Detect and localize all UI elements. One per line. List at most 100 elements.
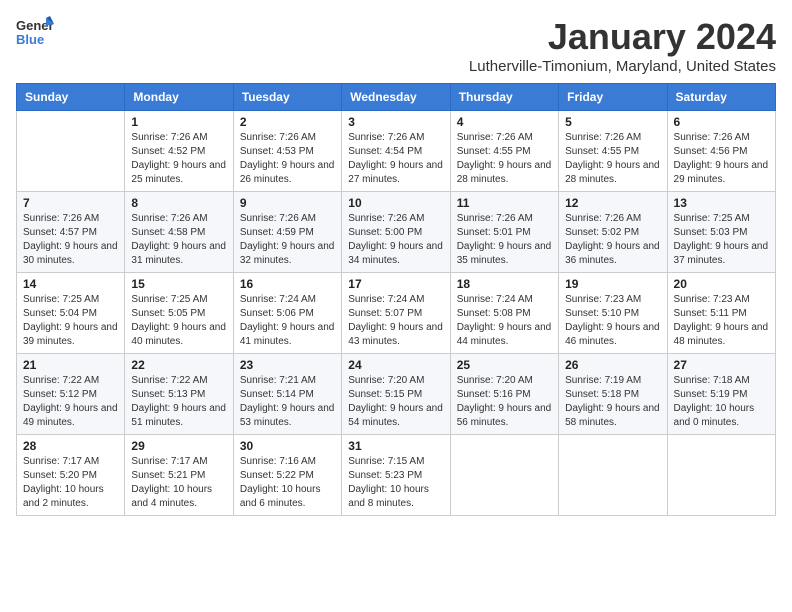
- weekday-header-cell: Thursday: [450, 84, 558, 111]
- day-number: 7: [23, 196, 118, 210]
- day-number: 22: [131, 358, 226, 372]
- day-info: Sunrise: 7:26 AMSunset: 4:53 PMDaylight:…: [240, 131, 335, 187]
- calendar-day-cell: 20 Sunrise: 7:23 AMSunset: 5:11 PMDayligh…: [667, 273, 775, 354]
- day-number: 2: [240, 115, 335, 129]
- day-number: 4: [457, 115, 552, 129]
- calendar-day-cell: 26 Sunrise: 7:19 AMSunset: 5:18 PMDayligh…: [559, 354, 667, 435]
- day-info: Sunrise: 7:15 AMSunset: 5:23 PMDaylight:…: [348, 455, 443, 511]
- day-number: 26: [565, 358, 660, 372]
- calendar-day-cell: 13Sunrise: 7:25 AMSunset: 5:03 PMDayligh…: [667, 192, 775, 273]
- calendar-table: SundayMondayTuesdayWednesdayThursdayFrid…: [16, 83, 776, 516]
- day-info: Sunrise: 7:24 AMSunset: 5:07 PMDaylight:…: [348, 293, 443, 349]
- day-number: 31: [348, 439, 443, 453]
- day-info: Sunrise: 7:22 AMSunset: 5:12 PMDaylight:…: [23, 374, 118, 430]
- day-info: Sunrise: 7:20 AMSunset: 5:15 PMDaylight:…: [348, 374, 443, 430]
- day-number: 3: [348, 115, 443, 129]
- svg-text:Blue: Blue: [16, 32, 44, 47]
- calendar-day-cell: 10 Sunrise: 7:26 AMSunset: 5:00 PMDayligh…: [342, 192, 450, 273]
- day-info: Sunrise: 7:26 AMSunset: 4:55 PMDaylight:…: [565, 131, 660, 187]
- day-info: Sunrise: 7:24 AMSunset: 5:08 PMDaylight:…: [457, 293, 552, 349]
- calendar-day-cell: 29 Sunrise: 7:17 AMSunset: 5:21 PMDayligh…: [125, 435, 233, 516]
- day-number: 13: [674, 196, 769, 210]
- weekday-header-cell: Monday: [125, 84, 233, 111]
- weekday-header-cell: Saturday: [667, 84, 775, 111]
- day-number: 21: [23, 358, 118, 372]
- weekday-header-cell: Wednesday: [342, 84, 450, 111]
- weekday-header-cell: Sunday: [17, 84, 125, 111]
- day-info: Sunrise: 7:19 AMSunset: 5:18 PMDaylight:…: [565, 374, 660, 430]
- day-number: 9: [240, 196, 335, 210]
- day-info: Sunrise: 7:24 AMSunset: 5:06 PMDaylight:…: [240, 293, 335, 349]
- calendar-day-cell: 2 Sunrise: 7:26 AMSunset: 4:53 PMDaylight…: [233, 111, 341, 192]
- logo-icon: General Blue: [16, 16, 54, 53]
- calendar-body: 1 Sunrise: 7:26 AMSunset: 4:52 PMDaylight…: [17, 111, 776, 516]
- day-info: Sunrise: 7:26 AMSunset: 4:56 PMDaylight:…: [674, 131, 769, 187]
- day-number: 15: [131, 277, 226, 291]
- weekday-header-cell: Friday: [559, 84, 667, 111]
- day-number: 10: [348, 196, 443, 210]
- calendar-day-cell: [17, 111, 125, 192]
- day-number: 23: [240, 358, 335, 372]
- calendar-day-cell: 5 Sunrise: 7:26 AMSunset: 4:55 PMDaylight…: [559, 111, 667, 192]
- day-info: Sunrise: 7:21 AMSunset: 5:14 PMDaylight:…: [240, 374, 335, 430]
- day-info: Sunrise: 7:26 AMSunset: 4:52 PMDaylight:…: [131, 131, 226, 187]
- calendar-week-row: 21 Sunrise: 7:22 AMSunset: 5:12 PMDayligh…: [17, 354, 776, 435]
- day-info: Sunrise: 7:26 AMSunset: 4:57 PMDaylight:…: [23, 212, 118, 268]
- weekday-header-row: SundayMondayTuesdayWednesdayThursdayFrid…: [17, 84, 776, 111]
- calendar-day-cell: [450, 435, 558, 516]
- day-number: 17: [348, 277, 443, 291]
- calendar-day-cell: 24 Sunrise: 7:20 AMSunset: 5:15 PMDayligh…: [342, 354, 450, 435]
- day-number: 14: [23, 277, 118, 291]
- calendar-day-cell: 30Sunrise: 7:16 AMSunset: 5:22 PMDayligh…: [233, 435, 341, 516]
- day-number: 19: [565, 277, 660, 291]
- calendar-day-cell: 8Sunrise: 7:26 AMSunset: 4:58 PMDaylight…: [125, 192, 233, 273]
- calendar-week-row: 28Sunrise: 7:17 AMSunset: 5:20 PMDayligh…: [17, 435, 776, 516]
- calendar-day-cell: 17 Sunrise: 7:24 AMSunset: 5:07 PMDayligh…: [342, 273, 450, 354]
- month-title: January 2024: [469, 16, 776, 58]
- day-number: 20: [674, 277, 769, 291]
- day-info: Sunrise: 7:26 AMSunset: 5:02 PMDaylight:…: [565, 212, 660, 268]
- day-info: Sunrise: 7:26 AMSunset: 4:55 PMDaylight:…: [457, 131, 552, 187]
- logo: General Blue: [16, 16, 54, 53]
- calendar-week-row: 7 Sunrise: 7:26 AMSunset: 4:57 PMDaylight…: [17, 192, 776, 273]
- day-info: Sunrise: 7:20 AMSunset: 5:16 PMDaylight:…: [457, 374, 552, 430]
- calendar-day-cell: 23 Sunrise: 7:21 AMSunset: 5:14 PMDayligh…: [233, 354, 341, 435]
- calendar-day-cell: 19Sunrise: 7:23 AMSunset: 5:10 PMDayligh…: [559, 273, 667, 354]
- day-info: Sunrise: 7:18 AMSunset: 5:19 PMDaylight:…: [674, 374, 769, 430]
- day-number: 24: [348, 358, 443, 372]
- calendar-day-cell: 11Sunrise: 7:26 AMSunset: 5:01 PMDayligh…: [450, 192, 558, 273]
- day-number: 1: [131, 115, 226, 129]
- day-number: 29: [131, 439, 226, 453]
- day-number: 27: [674, 358, 769, 372]
- day-number: 11: [457, 196, 552, 210]
- day-number: 12: [565, 196, 660, 210]
- day-number: 6: [674, 115, 769, 129]
- day-info: Sunrise: 7:26 AMSunset: 4:58 PMDaylight:…: [131, 212, 226, 268]
- location-title: Lutherville-Timonium, Maryland, United S…: [469, 58, 776, 75]
- calendar-day-cell: [667, 435, 775, 516]
- day-number: 18: [457, 277, 552, 291]
- day-info: Sunrise: 7:17 AMSunset: 5:21 PMDaylight:…: [131, 455, 226, 511]
- calendar-day-cell: 4 Sunrise: 7:26 AMSunset: 4:55 PMDaylight…: [450, 111, 558, 192]
- title-area: January 2024 Lutherville-Timonium, Maryl…: [469, 16, 776, 75]
- day-info: Sunrise: 7:17 AMSunset: 5:20 PMDaylight:…: [23, 455, 118, 511]
- calendar-day-cell: 31 Sunrise: 7:15 AMSunset: 5:23 PMDayligh…: [342, 435, 450, 516]
- day-info: Sunrise: 7:26 AMSunset: 5:00 PMDaylight:…: [348, 212, 443, 268]
- calendar-week-row: 14 Sunrise: 7:25 AMSunset: 5:04 PMDayligh…: [17, 273, 776, 354]
- day-number: 5: [565, 115, 660, 129]
- calendar-day-cell: 15Sunrise: 7:25 AMSunset: 5:05 PMDayligh…: [125, 273, 233, 354]
- weekday-header-cell: Tuesday: [233, 84, 341, 111]
- calendar-day-cell: 27 Sunrise: 7:18 AMSunset: 5:19 PMDayligh…: [667, 354, 775, 435]
- calendar-week-row: 1 Sunrise: 7:26 AMSunset: 4:52 PMDaylight…: [17, 111, 776, 192]
- day-info: Sunrise: 7:16 AMSunset: 5:22 PMDaylight:…: [240, 455, 335, 511]
- calendar-day-cell: 14 Sunrise: 7:25 AMSunset: 5:04 PMDayligh…: [17, 273, 125, 354]
- day-info: Sunrise: 7:23 AMSunset: 5:11 PMDaylight:…: [674, 293, 769, 349]
- calendar-day-cell: 22Sunrise: 7:22 AMSunset: 5:13 PMDayligh…: [125, 354, 233, 435]
- calendar-day-cell: 25 Sunrise: 7:20 AMSunset: 5:16 PMDayligh…: [450, 354, 558, 435]
- calendar-day-cell: 16Sunrise: 7:24 AMSunset: 5:06 PMDayligh…: [233, 273, 341, 354]
- day-info: Sunrise: 7:25 AMSunset: 5:04 PMDaylight:…: [23, 293, 118, 349]
- day-info: Sunrise: 7:26 AMSunset: 4:54 PMDaylight:…: [348, 131, 443, 187]
- calendar-day-cell: 7 Sunrise: 7:26 AMSunset: 4:57 PMDaylight…: [17, 192, 125, 273]
- calendar-day-cell: [559, 435, 667, 516]
- day-number: 25: [457, 358, 552, 372]
